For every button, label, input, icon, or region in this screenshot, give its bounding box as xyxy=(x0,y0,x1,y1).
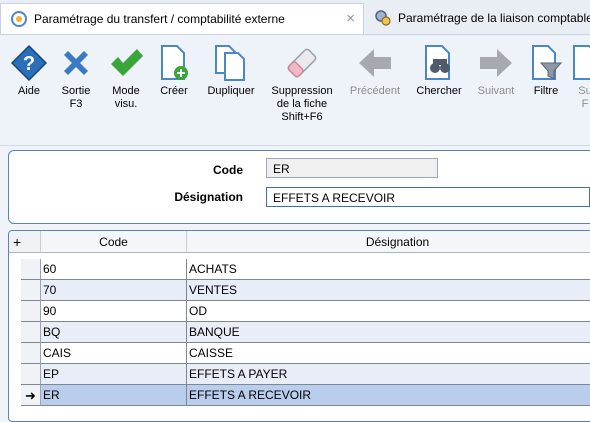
chercher-button[interactable]: Chercher xyxy=(412,41,466,98)
grid-header: + Code Désignation xyxy=(9,231,590,253)
row-indicator xyxy=(21,259,41,280)
row-indicator xyxy=(21,280,41,301)
duplicate-icon xyxy=(215,45,245,81)
cell-code[interactable]: ER xyxy=(41,385,187,406)
sortie-button[interactable]: Sortie F3 xyxy=(56,41,96,111)
row-indicator xyxy=(21,364,41,385)
cell-designation[interactable]: EFFETS A RECEVOIR xyxy=(187,385,590,406)
new-document-icon xyxy=(161,45,188,80)
cell-designation[interactable]: ACHATS xyxy=(187,259,590,280)
cell-designation[interactable]: EFFETS A PAYER xyxy=(187,364,590,385)
detail-form: Code ER Désignation EFFETS A RECEVOIR xyxy=(8,150,590,224)
table-row-selected[interactable]: ➜ ER EFFETS A RECEVOIR xyxy=(9,385,590,406)
tab-parametrage-transfert[interactable]: Paramétrage du transfert / comptabilité … xyxy=(0,3,364,34)
cell-designation[interactable]: OD xyxy=(187,301,590,322)
svg-text:?: ? xyxy=(23,53,35,75)
arrow-left-icon xyxy=(359,49,391,77)
cell-code[interactable]: BQ xyxy=(41,322,187,343)
row-indicator xyxy=(21,322,41,343)
tab-bar: Paramétrage du transfert / comptabilité … xyxy=(0,0,590,35)
column-header-designation[interactable]: Désignation xyxy=(187,231,590,253)
table-row[interactable]: BQ BANQUE xyxy=(9,322,590,343)
close-icon xyxy=(64,51,88,75)
suppression-button[interactable]: Suppression de la fiche Shift+F6 xyxy=(262,41,342,124)
tab-label: Paramétrage de la liaison comptable xyxy=(398,11,590,25)
current-row-arrow-icon: ➜ xyxy=(21,385,41,406)
table-row[interactable]: 90 OD xyxy=(9,301,590,322)
precedent-button[interactable]: Précédent xyxy=(346,41,404,98)
designation-field[interactable]: EFFETS A RECEVOIR xyxy=(266,187,590,207)
column-header-code[interactable]: Code xyxy=(41,231,187,253)
gears-icon xyxy=(374,9,392,27)
cell-designation[interactable]: VENTES xyxy=(187,280,590,301)
cell-code[interactable]: 90 xyxy=(41,301,187,322)
arrow-right-icon xyxy=(480,49,512,77)
close-tab-icon[interactable]: × xyxy=(346,10,355,27)
binoculars-icon xyxy=(425,45,450,80)
suivant-button[interactable]: Suivant xyxy=(472,41,520,98)
cell-code[interactable]: 60 xyxy=(41,259,187,280)
mode-visu-button[interactable]: Mode visu. xyxy=(104,41,148,111)
table-row[interactable]: EP EFFETS A PAYER xyxy=(9,364,590,385)
cell-code[interactable]: 70 xyxy=(41,280,187,301)
table-row[interactable]: CAIS CAISSE xyxy=(9,343,590,364)
cell-code[interactable]: CAIS xyxy=(41,343,187,364)
eraser-icon xyxy=(287,48,317,78)
dupliquer-button[interactable]: Dupliquer xyxy=(202,41,260,98)
su-button[interactable]: Su F xyxy=(570,41,590,111)
help-icon: ? xyxy=(10,44,48,82)
grid-menu-icon[interactable]: + xyxy=(9,231,41,253)
cell-designation[interactable]: CAISSE xyxy=(187,343,590,364)
tab-parametrage-liaison[interactable]: Paramétrage de la liaison comptable xyxy=(365,3,590,33)
code-field[interactable]: ER xyxy=(266,158,438,178)
row-indicator xyxy=(21,301,41,322)
cell-designation[interactable]: BANQUE xyxy=(187,322,590,343)
designation-label: Désignation xyxy=(174,190,243,204)
creer-button[interactable]: Créer xyxy=(154,41,194,98)
check-icon xyxy=(111,49,143,76)
table-row[interactable]: 70 VENTES xyxy=(9,280,590,301)
row-indicator xyxy=(21,343,41,364)
data-grid: + Code Désignation 60 ACHATS 70 VENTES 9… xyxy=(8,230,590,422)
cell-code[interactable]: EP xyxy=(41,364,187,385)
code-label: Code xyxy=(213,163,243,177)
filter-icon xyxy=(532,45,563,80)
gear-sync-icon xyxy=(10,10,28,28)
tab-label: Paramétrage du transfert / comptabilité … xyxy=(34,12,285,26)
table-row[interactable]: 60 ACHATS xyxy=(9,259,590,280)
filtre-button[interactable]: Filtre xyxy=(526,41,566,98)
toolbar: ? Aide Sortie F3 Mode visu. Créer Dupliq… xyxy=(0,35,590,146)
document-icon xyxy=(573,45,590,80)
aide-button[interactable]: ? Aide xyxy=(4,41,54,98)
